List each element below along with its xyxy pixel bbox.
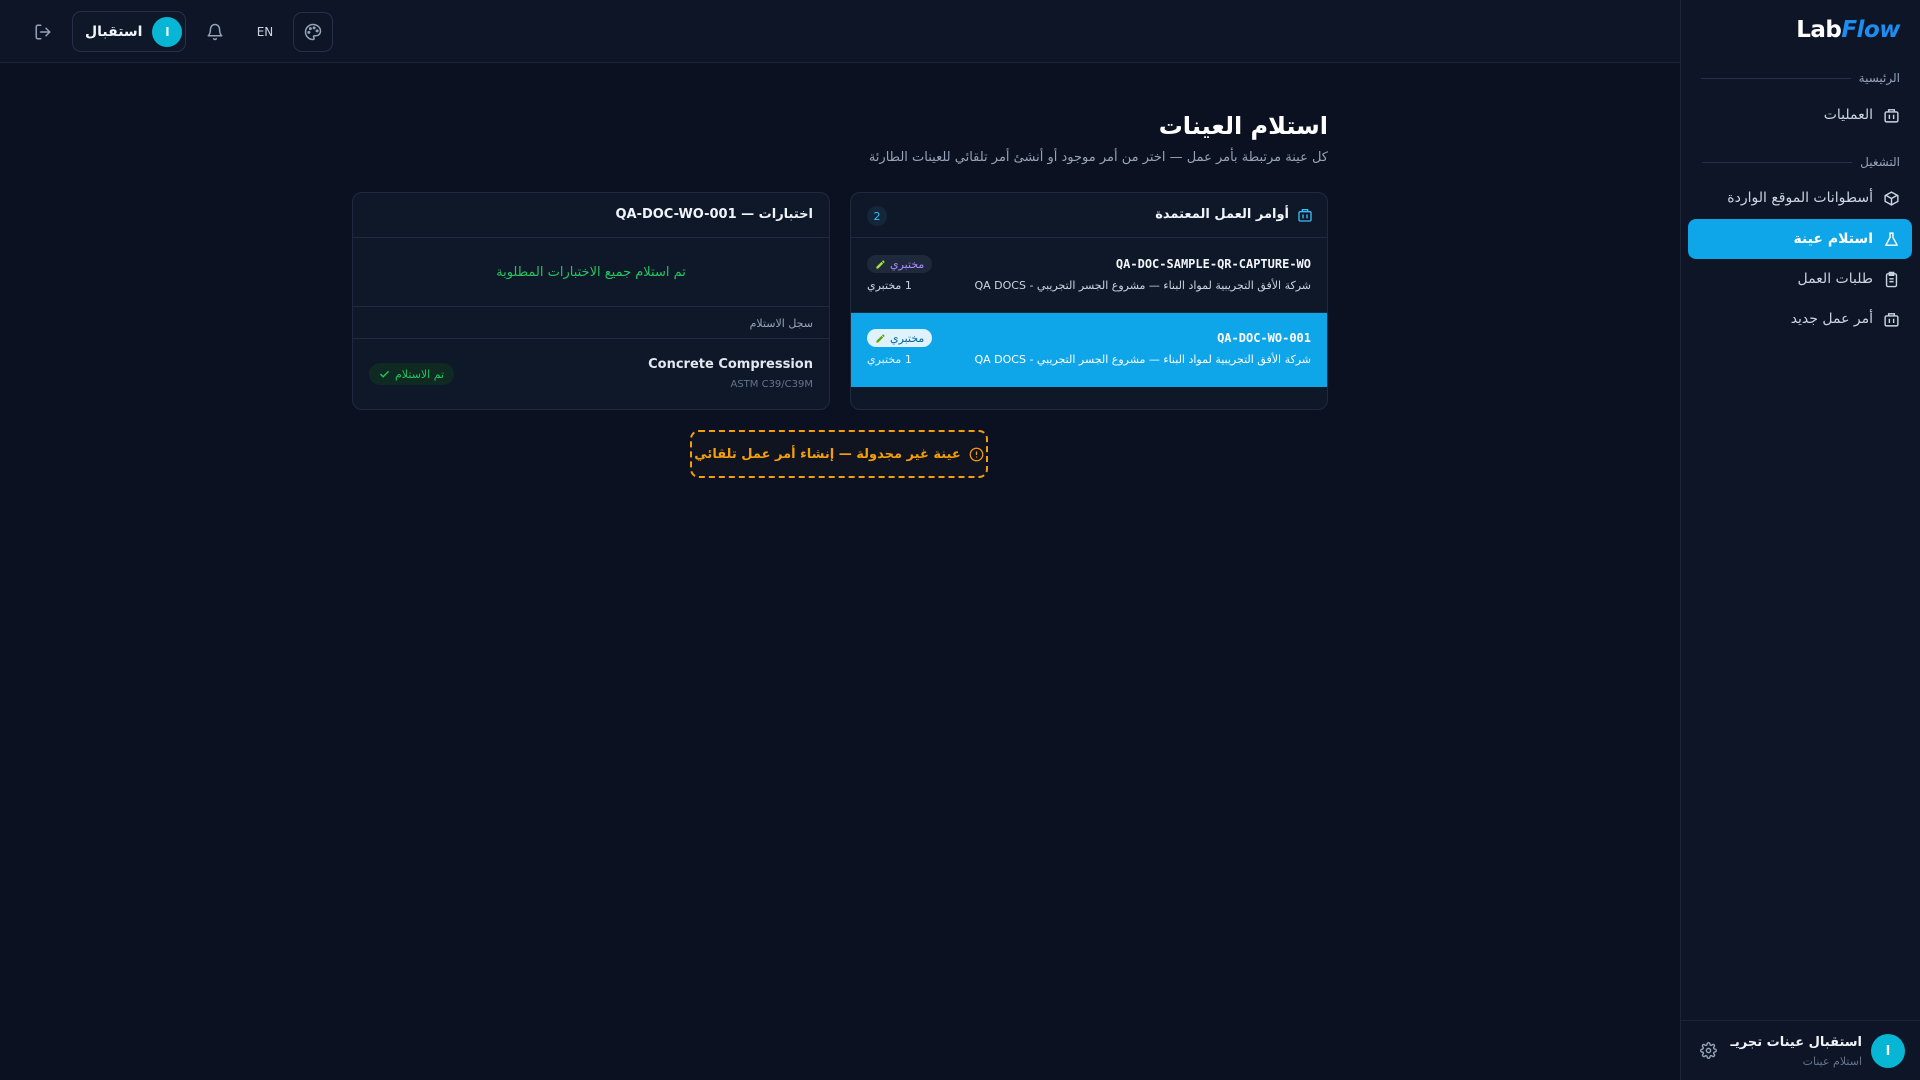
check-icon [380,370,389,378]
divider [353,338,829,339]
language-toggle[interactable]: EN [250,20,280,44]
avatar[interactable]: ا [1871,1034,1905,1068]
user-menu-button[interactable]: استقبال ا [72,11,186,52]
section-label-home: الرئيسية [1700,71,1900,85]
logout-icon[interactable] [30,20,56,44]
sidebar-item-label: العمليات [1823,107,1873,123]
work-orders-card: أوامر العمل المعتمدة 2 QA-DOC-SAMPLE-QR-… [850,192,1328,410]
card-header: أوامر العمل المعتمدة 2 [851,193,1327,238]
alert-circle-icon [969,447,984,461]
cube-icon [1884,190,1899,206]
card-header: اختبارات — QA-DOC-WO-001 [353,193,829,238]
status-badge: تم الاستلام [369,363,455,385]
unscheduled-sample-button[interactable]: عينة غير مجدولة — إنشاء أمر عمل تلقائي [690,430,988,478]
sidebar-footer: ا استقبال عينات تجريـ استلام عينات [1680,1020,1920,1080]
user-name: استقبال عينات تجريـ [1730,1035,1862,1050]
page-subtitle: كل عينة مرتبطة بأمر عمل — اختر من أمر مو… [868,150,1328,165]
sidebar-item-label: استلام عينة [1793,231,1873,247]
building-icon [1297,207,1313,227]
palette-icon[interactable] [293,12,333,52]
unscheduled-button-label: عينة غير مجدولة — إنشاء أمر عمل تلقائي [694,446,961,462]
gear-icon[interactable] [1700,1042,1717,1063]
work-order-row[interactable]: QA-DOC-SAMPLE-QR-CAPTURE-WO شركة الأفق ا… [851,239,1327,313]
sidebar-item-work-requests[interactable]: طلبات العمل [1688,259,1912,299]
building-icon [1884,108,1899,123]
sidebar-item-new-work-order[interactable]: أمر عمل جديد [1688,299,1912,339]
count-badge: 2 [867,206,887,226]
pencil-icon [876,333,885,343]
bell-icon[interactable] [203,20,227,44]
sidebar-item-label: أسطوانات الموقع الواردة [1727,190,1873,206]
pencil-icon [876,259,885,269]
work-order-code: QA-DOC-SAMPLE-QR-CAPTURE-WO [1115,257,1311,271]
top-bar: استقبال ا EN [0,0,1680,63]
receipt-log-label: سجل الاستلام [749,317,813,330]
work-order-client: شركة الأفق التجريبية لمواد البناء — مشرو… [974,353,1311,366]
sidebar-item-label: طلبات العمل [1797,271,1873,287]
test-name: Concrete Compression [648,357,813,372]
all-received-message: تم استلام جميع الاختبارات المطلوبة [353,239,829,307]
tests-card: اختبارات — QA-DOC-WO-001 تم استلام جميع … [352,192,830,410]
card-title: اختبارات — QA-DOC-WO-001 [615,207,813,222]
sidebar: LabFlow الرئيسية العمليات التشغيل أسطوان… [1680,0,1920,1080]
lab-count: 1 مختبري [867,279,912,292]
lab-badge: مختبري [867,329,933,347]
user-role: استلام عينات [1802,1055,1862,1068]
lab-count: 1 مختبري [867,353,912,366]
user-menu-label: استقبال [85,23,143,40]
sidebar-item-sample-receipt[interactable]: استلام عينة [1688,219,1912,259]
flask-icon [1885,231,1898,246]
lab-badge: مختبري [867,255,933,273]
clipboard-icon [1885,271,1898,287]
work-order-client: شركة الأفق التجريبية لمواد البناء — مشرو… [974,279,1311,292]
app-logo[interactable]: LabFlow [1796,17,1900,43]
avatar: ا [152,16,183,47]
section-label-run: التشغيل [1702,155,1900,169]
sidebar-item-label: أمر عمل جديد [1790,311,1873,327]
work-order-row-selected[interactable]: QA-DOC-WO-001 شركة الأفق التجريبية لمواد… [851,313,1327,387]
building-icon [1884,312,1899,327]
page-title: استلام العينات [1158,112,1328,140]
work-order-code: QA-DOC-WO-001 [1217,331,1311,345]
sidebar-item-incoming-cylinders[interactable]: أسطوانات الموقع الواردة [1688,178,1912,218]
test-standard: ASTM C39/C39M [730,379,813,390]
sidebar-item-operations[interactable]: العمليات [1688,95,1912,135]
card-title: أوامر العمل المعتمدة [1155,207,1289,222]
